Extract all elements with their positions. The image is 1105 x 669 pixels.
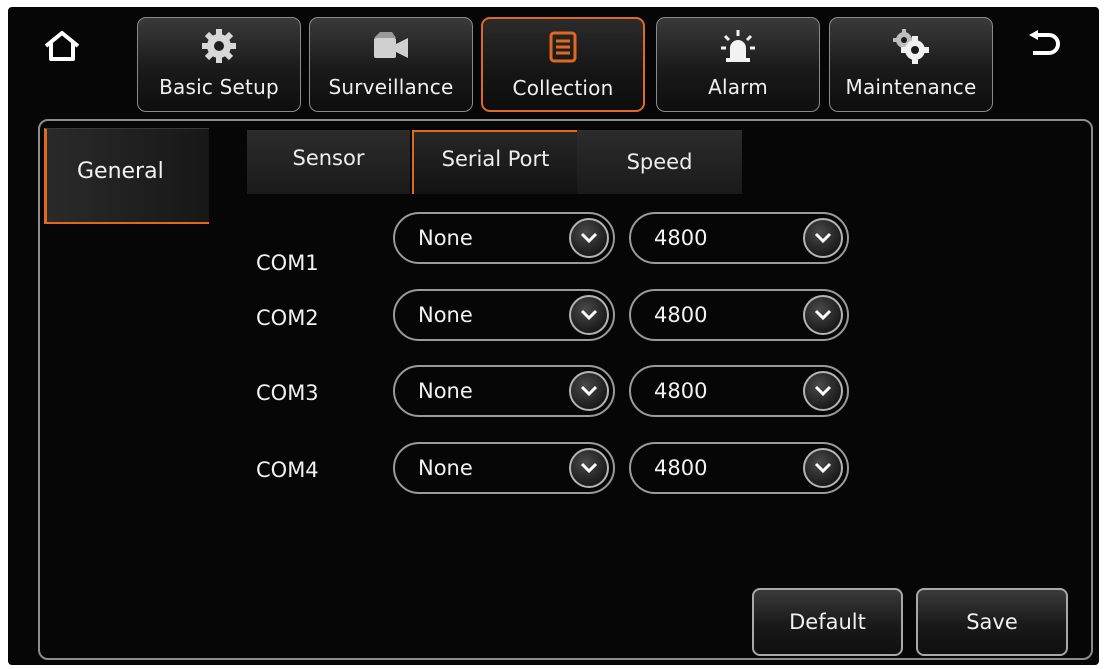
chevron-down-icon[interactable]	[569, 295, 609, 335]
select-value: None	[418, 303, 473, 327]
com-label: COM4	[256, 458, 319, 482]
select-value: 4800	[654, 226, 708, 250]
nav-basic-setup[interactable]: Basic Setup	[137, 17, 301, 112]
com-label: COM1	[256, 251, 319, 275]
com-label: COM3	[256, 381, 319, 405]
tab-label: Sensor	[292, 146, 365, 170]
com1-baud-select[interactable]: 4800	[629, 212, 849, 264]
nav-alarm[interactable]: Alarm	[656, 17, 820, 112]
alarm-light-icon	[718, 28, 758, 64]
tab-speed[interactable]: Speed	[577, 130, 742, 194]
chevron-down-icon[interactable]	[803, 448, 843, 488]
com3-baud-select[interactable]: 4800	[629, 365, 849, 417]
gear-icon	[199, 28, 239, 64]
nav-label: Surveillance	[328, 75, 454, 99]
maintenance-gears-icon	[891, 28, 931, 64]
video-camera-icon	[371, 28, 411, 64]
collection-icon	[543, 29, 583, 65]
tab-sensor[interactable]: Sensor	[247, 130, 410, 194]
chevron-down-icon[interactable]	[569, 218, 609, 258]
nav-label: Basic Setup	[159, 75, 279, 99]
com4-device-select[interactable]: None	[393, 442, 615, 494]
select-value: None	[418, 379, 473, 403]
side-item-label: General	[77, 159, 164, 184]
tab-label: Speed	[626, 150, 693, 174]
select-value: 4800	[654, 456, 708, 480]
chevron-down-icon[interactable]	[569, 371, 609, 411]
com3-device-select[interactable]: None	[393, 365, 615, 417]
select-value: 4800	[654, 379, 708, 403]
back-icon[interactable]	[1024, 26, 1064, 66]
com4-baud-select[interactable]: 4800	[629, 442, 849, 494]
com2-device-select[interactable]: None	[393, 289, 615, 341]
tab-label: Serial Port	[441, 147, 550, 171]
com2-baud-select[interactable]: 4800	[629, 289, 849, 341]
home-icon[interactable]	[42, 26, 82, 66]
select-value: 4800	[654, 303, 708, 327]
nav-label: Maintenance	[845, 75, 977, 99]
nav-collection[interactable]: Collection	[481, 17, 645, 112]
chevron-down-icon[interactable]	[803, 218, 843, 258]
save-button[interactable]: Save	[916, 588, 1068, 656]
nav-label: Alarm	[708, 75, 768, 99]
com-label: COM2	[256, 306, 319, 330]
chevron-down-icon[interactable]	[569, 448, 609, 488]
com1-device-select[interactable]: None	[393, 212, 615, 264]
nav-maintenance[interactable]: Maintenance	[829, 17, 993, 112]
chevron-down-icon[interactable]	[803, 295, 843, 335]
nav-label: Collection	[512, 76, 614, 100]
default-button[interactable]: Default	[752, 588, 903, 656]
tab-serial-port[interactable]: Serial Port	[412, 130, 577, 194]
chevron-down-icon[interactable]	[803, 371, 843, 411]
side-item-general[interactable]: General	[44, 128, 209, 224]
select-value: None	[418, 226, 473, 250]
nav-surveillance[interactable]: Surveillance	[309, 17, 473, 112]
select-value: None	[418, 456, 473, 480]
